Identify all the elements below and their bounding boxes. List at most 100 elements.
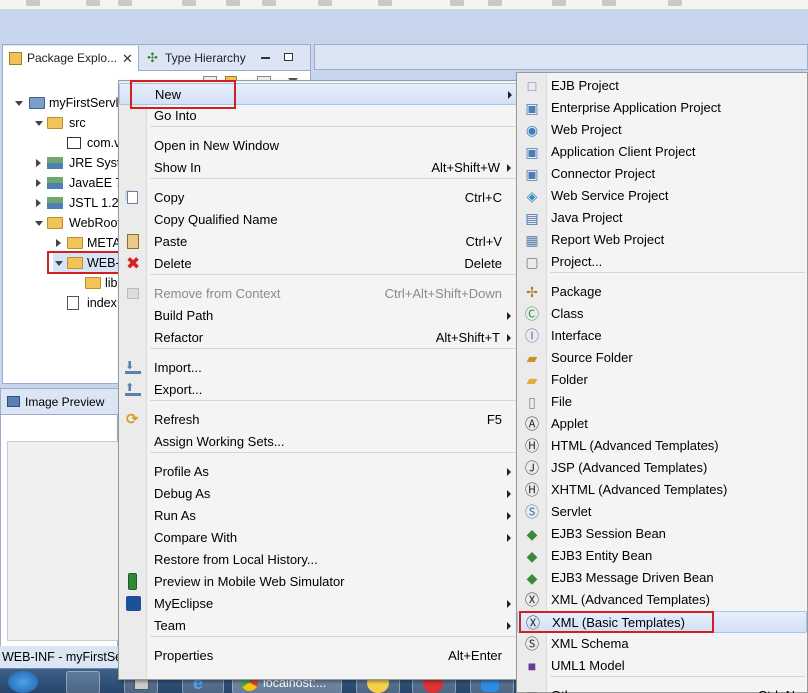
menu-item-debug-as[interactable]: Debug As — [119, 483, 518, 505]
remove-context-icon — [127, 288, 139, 299]
menu-item-refresh[interactable]: ⟳ Refresh F5 — [119, 409, 518, 431]
toolbar-button-icon[interactable] — [262, 0, 276, 6]
expand-icon[interactable] — [15, 101, 23, 106]
new-item-package[interactable]: ✢ Package — [517, 281, 807, 303]
close-icon[interactable]: ✕ — [122, 46, 133, 71]
new-item-file[interactable]: ▯ File — [517, 391, 807, 413]
tab-package-explorer[interactable]: Package Explo... ✕ — [3, 46, 139, 71]
tree-item-index[interactable]: index. — [53, 293, 123, 313]
toolbar-button-icon[interactable] — [488, 0, 502, 6]
menu-item-label: Refresh — [154, 412, 200, 427]
view-tab-bar: Package Explo... ✕ ✣ Type Hierarchy — [3, 45, 310, 71]
tree-item-jre[interactable]: JRE Syste — [33, 153, 127, 173]
toolbar-button-icon[interactable] — [86, 0, 100, 6]
new-item-enterprise-application-project[interactable]: ▣ Enterprise Application Project — [517, 97, 807, 119]
menu-item-team[interactable]: Team — [119, 615, 518, 637]
menu-item-paste[interactable]: Paste Ctrl+V — [119, 231, 518, 253]
new-item-class[interactable]: Ⓒ Class — [517, 303, 807, 325]
menu-item-run-as[interactable]: Run As — [119, 505, 518, 527]
menu-item-import[interactable]: ⬇ Import... — [119, 357, 518, 379]
new-item-web-service-project[interactable]: ◈ Web Service Project — [517, 185, 807, 207]
new-item-application-client-project[interactable]: ▣ Application Client Project — [517, 141, 807, 163]
tree-item-src[interactable]: src — [33, 113, 123, 133]
menu-item-open-in-new-window[interactable]: Open in New Window — [119, 135, 518, 157]
menu-item-new[interactable]: New — [119, 83, 518, 105]
tree-item-package[interactable]: com.v — [53, 133, 123, 153]
new-item-ejb3-session-bean[interactable]: ◆ EJB3 Session Bean — [517, 523, 807, 545]
menu-item-export[interactable]: ⬆ Export... — [119, 379, 518, 401]
new-item-report-web-project[interactable]: ▦ Report Web Project — [517, 229, 807, 251]
new-item-connector-project[interactable]: ▣ Connector Project — [517, 163, 807, 185]
expand-icon[interactable] — [55, 261, 63, 266]
new-item-html-advanced-templates[interactable]: Ⓗ HTML (Advanced Templates) — [517, 435, 807, 457]
new-item-applet[interactable]: Ⓐ Applet — [517, 413, 807, 435]
new-item-jsp-advanced-templates[interactable]: Ⓙ JSP (Advanced Templates) — [517, 457, 807, 479]
new-item-xml-advanced-templates[interactable]: Ⓧ XML (Advanced Templates) — [517, 589, 807, 611]
new-item-servlet[interactable]: Ⓢ Servlet — [517, 501, 807, 523]
new-item-folder[interactable]: ▰ Folder — [517, 369, 807, 391]
new-item-source-folder[interactable]: ▰ Source Folder — [517, 347, 807, 369]
minimize-icon[interactable] — [261, 57, 270, 59]
tab-image-preview[interactable]: Image Preview — [1, 389, 119, 415]
xhtml-icon: Ⓗ — [525, 482, 539, 498]
menu-item-properties[interactable]: Properties Alt+Enter — [119, 645, 518, 667]
menu-item-build-path[interactable]: Build Path — [119, 305, 518, 327]
new-item-interface[interactable]: Ⓘ Interface — [517, 325, 807, 347]
toolbar-button-icon[interactable] — [226, 0, 240, 6]
menu-item-preview-in-mobile-web-simulator[interactable]: Preview in Mobile Web Simulator — [119, 571, 518, 593]
tree-item-javaee[interactable]: JavaEE 7. — [33, 173, 126, 193]
tree-item-web-inf[interactable]: WEB- — [53, 253, 123, 273]
menu-item-restore-from-local-history[interactable]: Restore from Local History... — [119, 549, 518, 571]
jsp-file-icon — [67, 296, 79, 310]
menu-item-delete[interactable]: ✖ Delete Delete — [119, 253, 518, 275]
tree-label: WebRoot — [69, 216, 121, 230]
tab-type-hierarchy[interactable]: ✣ Type Hierarchy — [141, 46, 311, 71]
new-item-ejb3-entity-bean[interactable]: ◆ EJB3 Entity Bean — [517, 545, 807, 567]
menu-item-compare-with[interactable]: Compare With — [119, 527, 518, 549]
menu-item-profile-as[interactable]: Profile As — [119, 461, 518, 483]
menu-item-label: Application Client Project — [551, 144, 696, 159]
new-item-project[interactable]: ▢ Project... — [517, 251, 807, 273]
toolbar-button-icon[interactable] — [602, 0, 616, 6]
menu-item-refactor[interactable]: Refactor Alt+Shift+T — [119, 327, 518, 349]
menu-item-show-in[interactable]: Show In Alt+Shift+W — [119, 157, 518, 179]
menu-item-go-into[interactable]: Go Into — [119, 105, 518, 127]
new-item-xml-basic-templates[interactable]: Ⓧ XML (Basic Templates) — [517, 611, 807, 633]
new-item-web-project[interactable]: ◉ Web Project — [517, 119, 807, 141]
taskbar-app-button[interactable] — [66, 671, 100, 693]
menu-item-copy-qualified-name[interactable]: Copy Qualified Name — [119, 209, 518, 231]
tree-item-lib[interactable]: lib — [73, 273, 123, 293]
tree-item-project[interactable]: myFirstServle — [13, 93, 125, 113]
menu-item-assign-working-sets[interactable]: Assign Working Sets... — [119, 431, 518, 453]
new-item-ejb3-message-driven-bean[interactable]: ◆ EJB3 Message Driven Bean — [517, 567, 807, 589]
menu-item-label: Open in New Window — [154, 138, 279, 153]
tree-item-jstl[interactable]: JSTL 1.2.2 — [33, 193, 129, 213]
toolbar-button-icon[interactable] — [26, 0, 40, 6]
toolbar-button-icon[interactable] — [450, 0, 464, 6]
tree-item-webroot[interactable]: WebRoot — [33, 213, 123, 233]
start-button-icon[interactable] — [8, 671, 38, 693]
new-item-java-project[interactable]: ▤ Java Project — [517, 207, 807, 229]
collapse-icon[interactable] — [56, 239, 61, 247]
tree-item-meta[interactable]: META — [53, 233, 123, 253]
toolbar-button-icon[interactable] — [668, 0, 682, 6]
expand-icon[interactable] — [35, 121, 43, 126]
collapse-icon[interactable] — [36, 199, 41, 207]
toolbar-button-icon[interactable] — [318, 0, 332, 6]
new-item-uml1-model[interactable]: ■ UML1 Model — [517, 655, 807, 677]
menu-item-copy[interactable]: Copy Ctrl+C — [119, 187, 518, 209]
menu-item-myeclipse[interactable]: MyEclipse — [119, 593, 518, 615]
maximize-icon[interactable] — [284, 53, 293, 61]
toolbar-button-icon[interactable] — [118, 0, 132, 6]
toolbar-button-icon[interactable] — [182, 0, 196, 6]
toolbar-button-icon[interactable] — [378, 0, 392, 6]
expand-icon[interactable] — [35, 221, 43, 226]
new-item-xhtml-advanced-templates[interactable]: Ⓗ XHTML (Advanced Templates) — [517, 479, 807, 501]
new-item-ejb-project[interactable]: □ EJB Project — [517, 75, 807, 97]
collapse-icon[interactable] — [36, 179, 41, 187]
menu-item-label: Refactor — [154, 330, 204, 345]
collapse-icon[interactable] — [36, 159, 41, 167]
new-item-xml-schema[interactable]: Ⓢ XML Schema — [517, 633, 807, 655]
new-item-other[interactable]: ▢ Other... Ctrl+N — [517, 685, 807, 693]
toolbar-button-icon[interactable] — [552, 0, 566, 6]
